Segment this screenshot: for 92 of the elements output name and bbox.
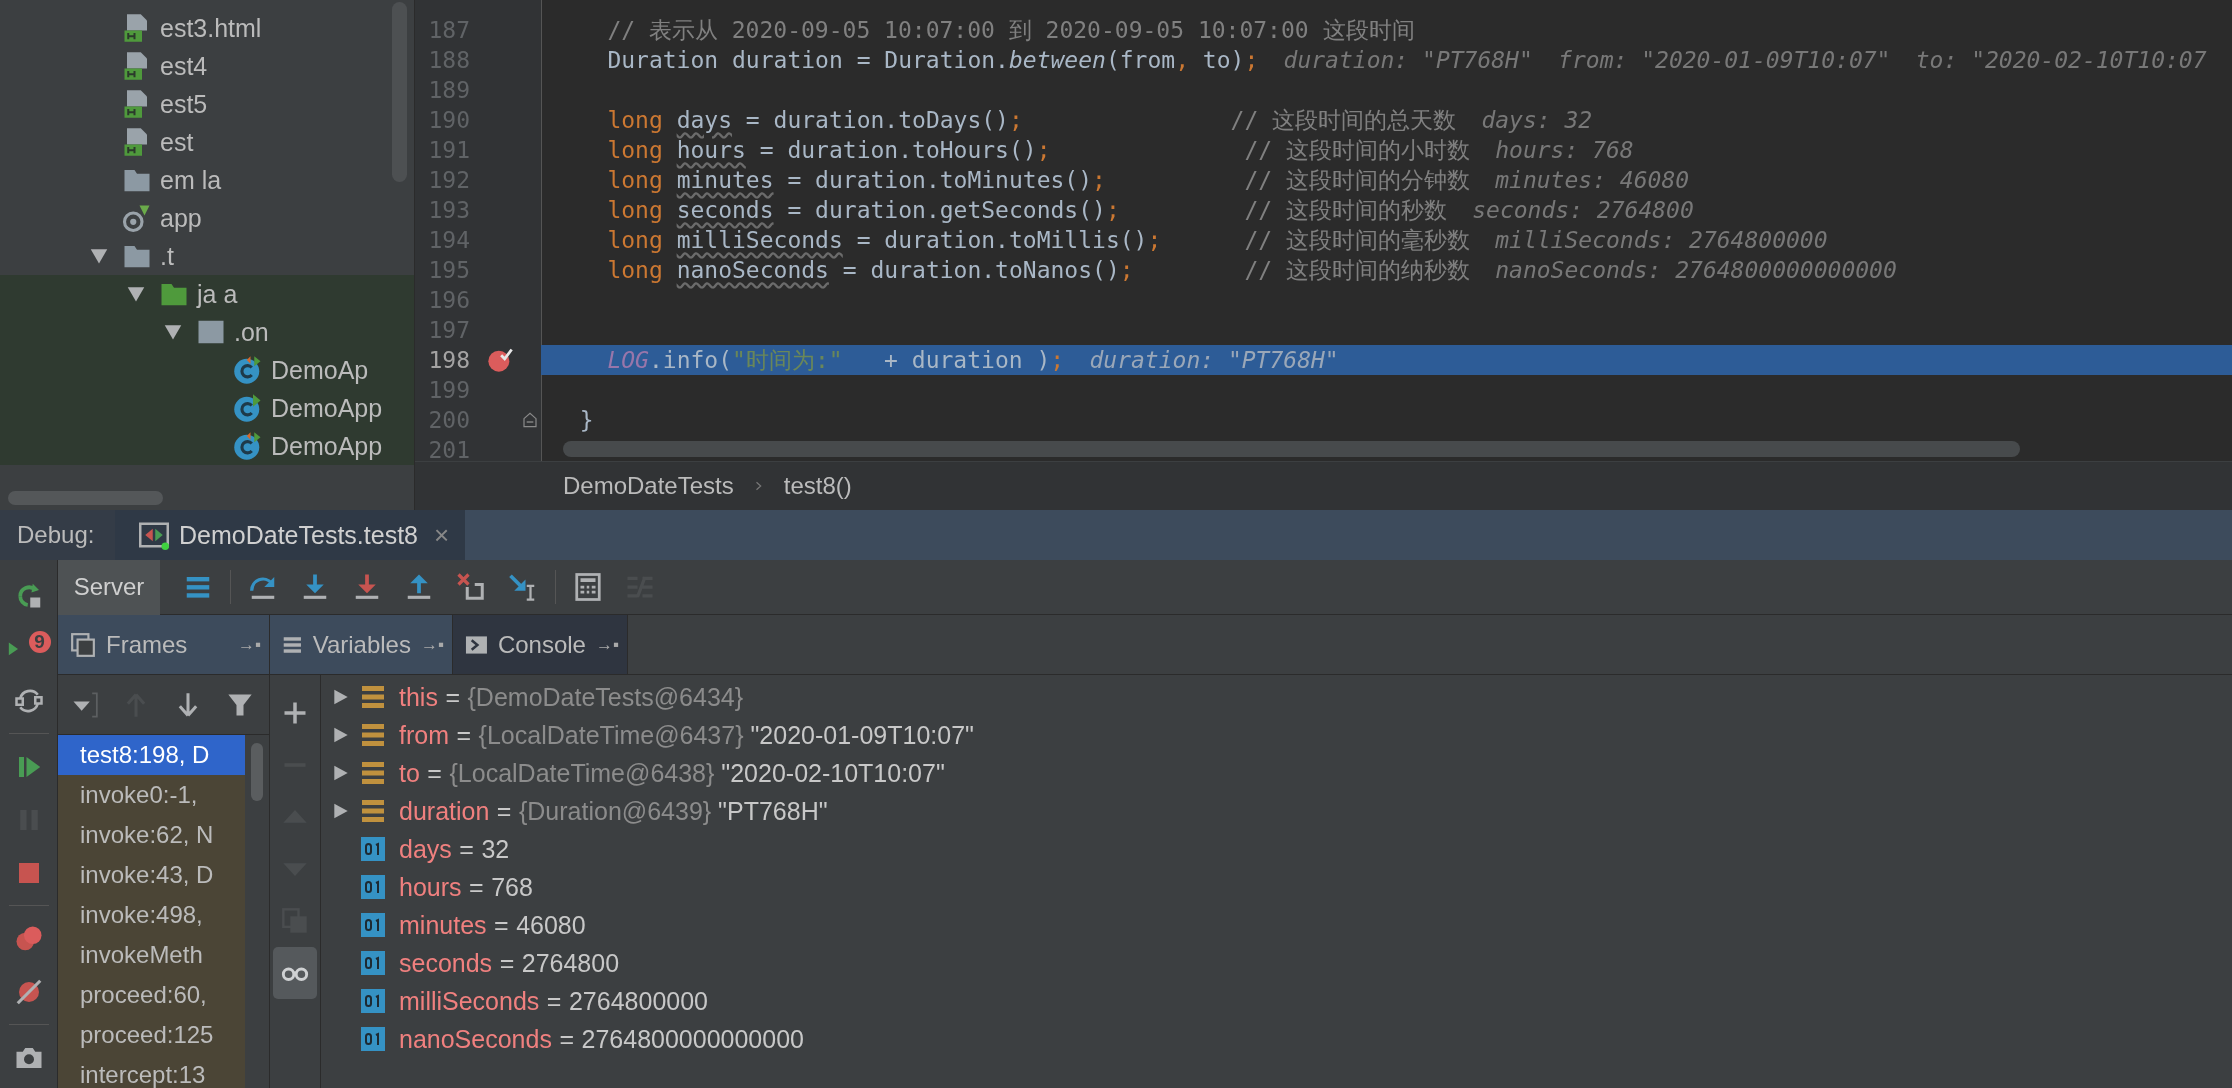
tree-item-label[interactable]: est	[160, 127, 194, 157]
field-icon	[361, 799, 385, 823]
debug-session-icon	[139, 520, 169, 550]
field-icon	[361, 723, 385, 747]
variable-entry[interactable]: minutes = 46080	[399, 910, 586, 940]
code-line: long days = duration.toDays(); // 这段时间的总天数	[606, 105, 1457, 135]
inline-value-hint: hours: 768	[1495, 137, 1634, 163]
tree-item-label[interactable]: app	[160, 203, 202, 233]
frame-item[interactable]: proceed:60,	[58, 975, 245, 1015]
drop-frame-icon[interactable]	[456, 572, 486, 602]
variable-entry[interactable]: from = {LocalDateTime@6437} "2020-01-09T10:07"	[399, 720, 974, 750]
expand-arrow-icon[interactable]	[333, 764, 349, 782]
code-line: long seconds = duration.getSeconds(); // 这段时间的秒数	[606, 195, 1447, 225]
panel-tab[interactable]: Frames →▪	[58, 615, 270, 674]
inline-value-hint: nanoSeconds: 2764800000000000	[1495, 257, 1897, 283]
breakpoint-icon[interactable]	[486, 346, 514, 374]
primitive-icon	[361, 913, 385, 937]
field-icon	[361, 685, 385, 709]
variable-entry[interactable]: nanoSeconds = 2764800000000000	[399, 1024, 804, 1054]
class-icon	[233, 393, 263, 423]
variable-entry[interactable]: to = {LocalDateTime@6438} "2020-02-10T10:07"	[399, 758, 945, 788]
code-line: }	[578, 407, 594, 433]
code-line: LOG.info("时间为:" + duration );	[606, 345, 1065, 375]
expand-arrow-icon[interactable]	[333, 688, 349, 706]
variable-entry[interactable]: days = 32	[399, 834, 510, 864]
session-tab[interactable]: DemoDateTests.test8 ×	[115, 510, 466, 560]
code-editor[interactable]	[415, 0, 2232, 462]
variable-entry[interactable]: hours = 768	[399, 872, 533, 902]
frame-item[interactable]: proceed:125	[58, 1015, 245, 1055]
panel-tab[interactable]: Variables →▪	[270, 615, 453, 674]
frame-item[interactable]: intercept:13	[58, 1055, 245, 1088]
variable-entry[interactable]: duration = {Duration@6439} "PT768H"	[399, 796, 828, 826]
inline-value-hint: duration: "PT768H"	[1089, 347, 1339, 373]
fold-icon[interactable]	[522, 411, 538, 429]
frame-item[interactable]: invoke:62, N	[58, 815, 245, 855]
expand-arrow-icon[interactable]	[333, 802, 349, 820]
watches-toggle[interactable]	[273, 947, 317, 999]
code-line: long hours = duration.toHours(); // 这段时间的小时数	[606, 135, 1470, 165]
at-sign-icon	[122, 203, 152, 233]
debug-label: Debug:	[0, 510, 115, 560]
expanded-arrow-icon[interactable]	[162, 323, 184, 341]
tree-item-label[interactable]: DemoAp	[271, 355, 369, 385]
code-line: // 表示从 2020-09-05 10:07:00 到 2020-09-05 10:07:00 这段时间	[606, 15, 1415, 45]
expanded-arrow-icon[interactable]	[88, 247, 110, 265]
expand-arrow-icon[interactable]	[333, 726, 349, 744]
code-line: Duration duration = Duration.between(from, to);	[606, 47, 1259, 73]
scrollbar-thumb[interactable]	[251, 743, 263, 801]
primitive-icon	[361, 1027, 385, 1051]
variable-entry[interactable]: seconds = 2764800	[399, 948, 620, 978]
breadcrumb-item[interactable]: test8()	[783, 472, 852, 501]
code-line: long minutes = duration.toMinutes(); // 这段时间的分钟数	[606, 165, 1470, 195]
primitive-icon	[361, 951, 385, 975]
code-line: long nanoSeconds = duration.toNanos(); // 这段时间的纳秒数	[606, 255, 1470, 285]
class-icon	[233, 431, 263, 461]
inline-value-hint: seconds: 2764800	[1472, 197, 1694, 223]
frame-item[interactable]: test8:198, D	[58, 735, 245, 775]
tree-item-label[interactable]: ja a	[197, 279, 238, 309]
field-icon	[361, 761, 385, 785]
tree-item-label[interactable]: est3.html	[160, 13, 262, 43]
inline-value-hint: duration: "PT768H"	[1283, 47, 1533, 73]
inline-value-hint: to: "2020-02-10T10:07	[1915, 47, 2207, 73]
tree-item-label[interactable]: est4	[160, 51, 208, 81]
inline-value-hint: milliSeconds: 2764800000	[1495, 227, 1828, 253]
frame-item[interactable]: invoke:498,	[58, 895, 245, 935]
breadcrumb-item[interactable]: DemoDateTests	[563, 472, 734, 501]
tree-item-label[interactable]: .on	[234, 317, 269, 347]
inline-value-hint: minutes: 46080	[1495, 167, 1690, 193]
server-tab[interactable]: Server	[58, 559, 160, 615]
tree-item-label[interactable]: em la	[160, 165, 222, 195]
close-icon[interactable]: ×	[434, 519, 450, 551]
expanded-arrow-icon[interactable]	[125, 285, 147, 303]
inline-value-hint: days: 32	[1481, 107, 1593, 133]
code-line: long milliSeconds = duration.toMillis(); // 这段时间的毫秒数	[606, 225, 1470, 255]
frame-item[interactable]: invoke0:-1,	[58, 775, 245, 815]
primitive-icon	[361, 875, 385, 899]
frames-icon	[70, 631, 96, 658]
frame-item[interactable]: invokeMeth	[58, 935, 245, 975]
count-badge: 9	[28, 630, 51, 653]
variable-entry[interactable]: milliSeconds = 2764800000	[399, 986, 708, 1016]
scrollbar-thumb[interactable]	[563, 441, 2020, 458]
primitive-icon	[361, 837, 385, 861]
tree-item-label[interactable]: est5	[160, 89, 208, 119]
primitive-icon	[361, 989, 385, 1013]
panel-tab[interactable]: Console →▪	[453, 615, 628, 674]
variable-entry[interactable]: this = {DemoDateTests@6434}	[399, 682, 744, 712]
scrollbar-thumb[interactable]	[8, 490, 163, 505]
class-icon	[233, 355, 263, 385]
calculator-icon[interactable]	[573, 572, 603, 602]
inline-value-hint: from: "2020-01-09T10:07"	[1558, 47, 1891, 73]
tree-item-label[interactable]: .t	[160, 241, 174, 271]
line-number: 198	[427, 347, 470, 373]
frame-item[interactable]: invoke:43, D	[58, 855, 245, 895]
